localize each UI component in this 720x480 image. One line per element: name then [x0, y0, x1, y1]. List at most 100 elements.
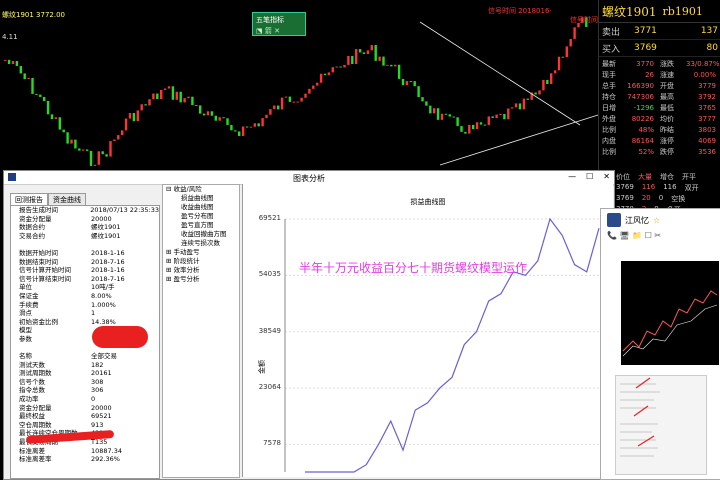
candle [405, 81, 409, 86]
candle [335, 66, 338, 68]
stat-value: -1296 [633, 104, 654, 112]
report-key: 报告生成时间 [19, 206, 58, 214]
candle [565, 46, 568, 58]
report-row: 成功率 0 [11, 395, 159, 404]
candle [355, 49, 358, 64]
candle [4, 59, 7, 61]
candle [85, 149, 89, 151]
candle [390, 64, 393, 67]
close-button[interactable]: ✕ [603, 172, 610, 181]
candle [128, 112, 132, 119]
report-key: 指令总数 [19, 386, 45, 395]
tick-row: 3769 20 0 空换 [598, 194, 720, 205]
analysis-tree[interactable]: ⊟ 收益/风险 损益曲线图 收益曲线图 盈亏分布图 盈亏直方图 收益回撤曲方图 连续亏损次数… [162, 184, 240, 478]
report-key: 数据开始时间 [19, 248, 58, 257]
report-key [11, 344, 91, 353]
tick-cell: 116 [663, 183, 677, 191]
signal-annotation: 信号时间 2018016· [488, 7, 552, 15]
candle [62, 129, 65, 133]
chat-window[interactable]: 江风忆 ☆ 📞 🖥 📁 ☐ ✂ [600, 208, 720, 480]
candle [101, 151, 104, 155]
report-key: 成功率 [19, 395, 39, 404]
candle [507, 108, 510, 120]
candle [179, 91, 182, 103]
stat-label: 外盘 [602, 115, 616, 123]
stat-label: 涨跌 [660, 60, 674, 68]
candle [444, 113, 448, 115]
chart-analysis-window[interactable]: 图表分析 — ☐ ✕ 回测报告 资金曲线 报告生成时间 2018/07/13 22… [3, 170, 615, 480]
tree-node[interactable]: ⊞ 效率分析 [163, 266, 239, 275]
candle [11, 61, 15, 65]
stat-label: 持仓 [602, 93, 616, 101]
tree-leaf[interactable]: 盈亏分布图 [163, 212, 239, 221]
report-key: 手续费 [19, 300, 39, 309]
report-key: 参数 [19, 334, 32, 343]
report-value: 20000 [91, 403, 112, 412]
equity-series-line [305, 217, 600, 473]
report-value: 20000 [91, 214, 112, 223]
tree-node[interactable]: ⊞ 盈亏分析 [163, 275, 239, 284]
stat-value: 26 [645, 71, 654, 79]
candle [491, 116, 494, 118]
candle [70, 139, 73, 144]
tick-row: 3769 116 116 双开 [598, 183, 720, 194]
candle [253, 123, 256, 127]
price-tag: 4.11 [2, 33, 18, 41]
window-titlebar[interactable]: 图表分析 — ☐ ✕ [4, 171, 614, 185]
avatar[interactable] [607, 213, 621, 227]
candle [31, 77, 34, 94]
candle [132, 112, 136, 122]
sell-row[interactable]: 卖出 3771 137 [599, 23, 720, 40]
maximize-button[interactable]: ☐ [586, 172, 593, 181]
tree-node[interactable]: ⊟ 收益/风险 [163, 185, 239, 194]
stat-label: 开盘 [660, 82, 674, 90]
tree-node[interactable]: ⊞ 阶段统计 [163, 257, 239, 266]
chat-image-chart[interactable] [621, 261, 719, 365]
report-key: 测试天数 [19, 360, 45, 369]
tree-leaf[interactable]: 连续亏损次数 [163, 239, 239, 248]
candle [468, 124, 471, 134]
minimize-button[interactable]: — [568, 172, 576, 181]
candle [475, 122, 479, 130]
candle [409, 81, 412, 83]
hud-icons[interactable]: ⬔ 箭 ✕ [253, 25, 305, 36]
chat-toolbar[interactable]: 📞 🖥 📁 ☐ ✂ [601, 231, 720, 243]
chat-image-report[interactable] [615, 375, 707, 475]
candle [160, 89, 163, 100]
candle [210, 111, 214, 116]
candle [7, 59, 11, 65]
candle [121, 130, 124, 136]
report-row: 测试天数 182 [11, 361, 159, 370]
candle [206, 111, 210, 116]
tick-cell: 3769 [616, 183, 634, 191]
candle [136, 110, 139, 122]
tree-leaf[interactable]: 收益回撤曲方图 [163, 230, 239, 239]
report-row: 标准离差 10887.34 [11, 447, 159, 456]
chat-contact-name: 江风忆 [625, 215, 649, 225]
stat-label: 涨速 [660, 71, 674, 79]
report-key: 测试周期数 [19, 369, 52, 378]
candle [550, 73, 553, 84]
star-icon[interactable]: ☆ [653, 216, 660, 225]
indicator-hud[interactable]: 五笔指标 ⬔ 箭 ✕ [252, 12, 306, 36]
report-row: 保证金 8.00% [11, 292, 159, 301]
promo-overlay-text: 半年十万元收益百分七十期货螺纹模型运作 [299, 261, 528, 275]
trendline[interactable] [419, 21, 581, 126]
tree-node[interactable]: ⊞ 手动盈亏 [163, 248, 239, 257]
tree-leaf[interactable]: 盈亏直方图 [163, 221, 239, 230]
report-value: 1.000% [91, 300, 116, 309]
report-row: 手续费 1.000% [11, 301, 159, 310]
tree-leaf[interactable]: 收益曲线图 [163, 203, 239, 212]
candle [487, 116, 490, 125]
report-key: 信号计算开始时间 [19, 266, 71, 275]
trendline[interactable] [439, 114, 599, 166]
candle [511, 107, 514, 109]
candle [109, 141, 112, 157]
candle [78, 148, 81, 151]
report-row: 交易合约 螺纹1901 [11, 232, 159, 241]
stat-row: 总手 166390 开盘 3779 [599, 81, 720, 92]
equity-plot[interactable]: 损益曲线图 金额 7578 23064 38549 54035 69521 [242, 184, 613, 477]
candle [15, 61, 19, 67]
buy-row[interactable]: 买入 3769 80 [599, 40, 720, 57]
tree-leaf[interactable]: 损益曲线图 [163, 194, 239, 203]
